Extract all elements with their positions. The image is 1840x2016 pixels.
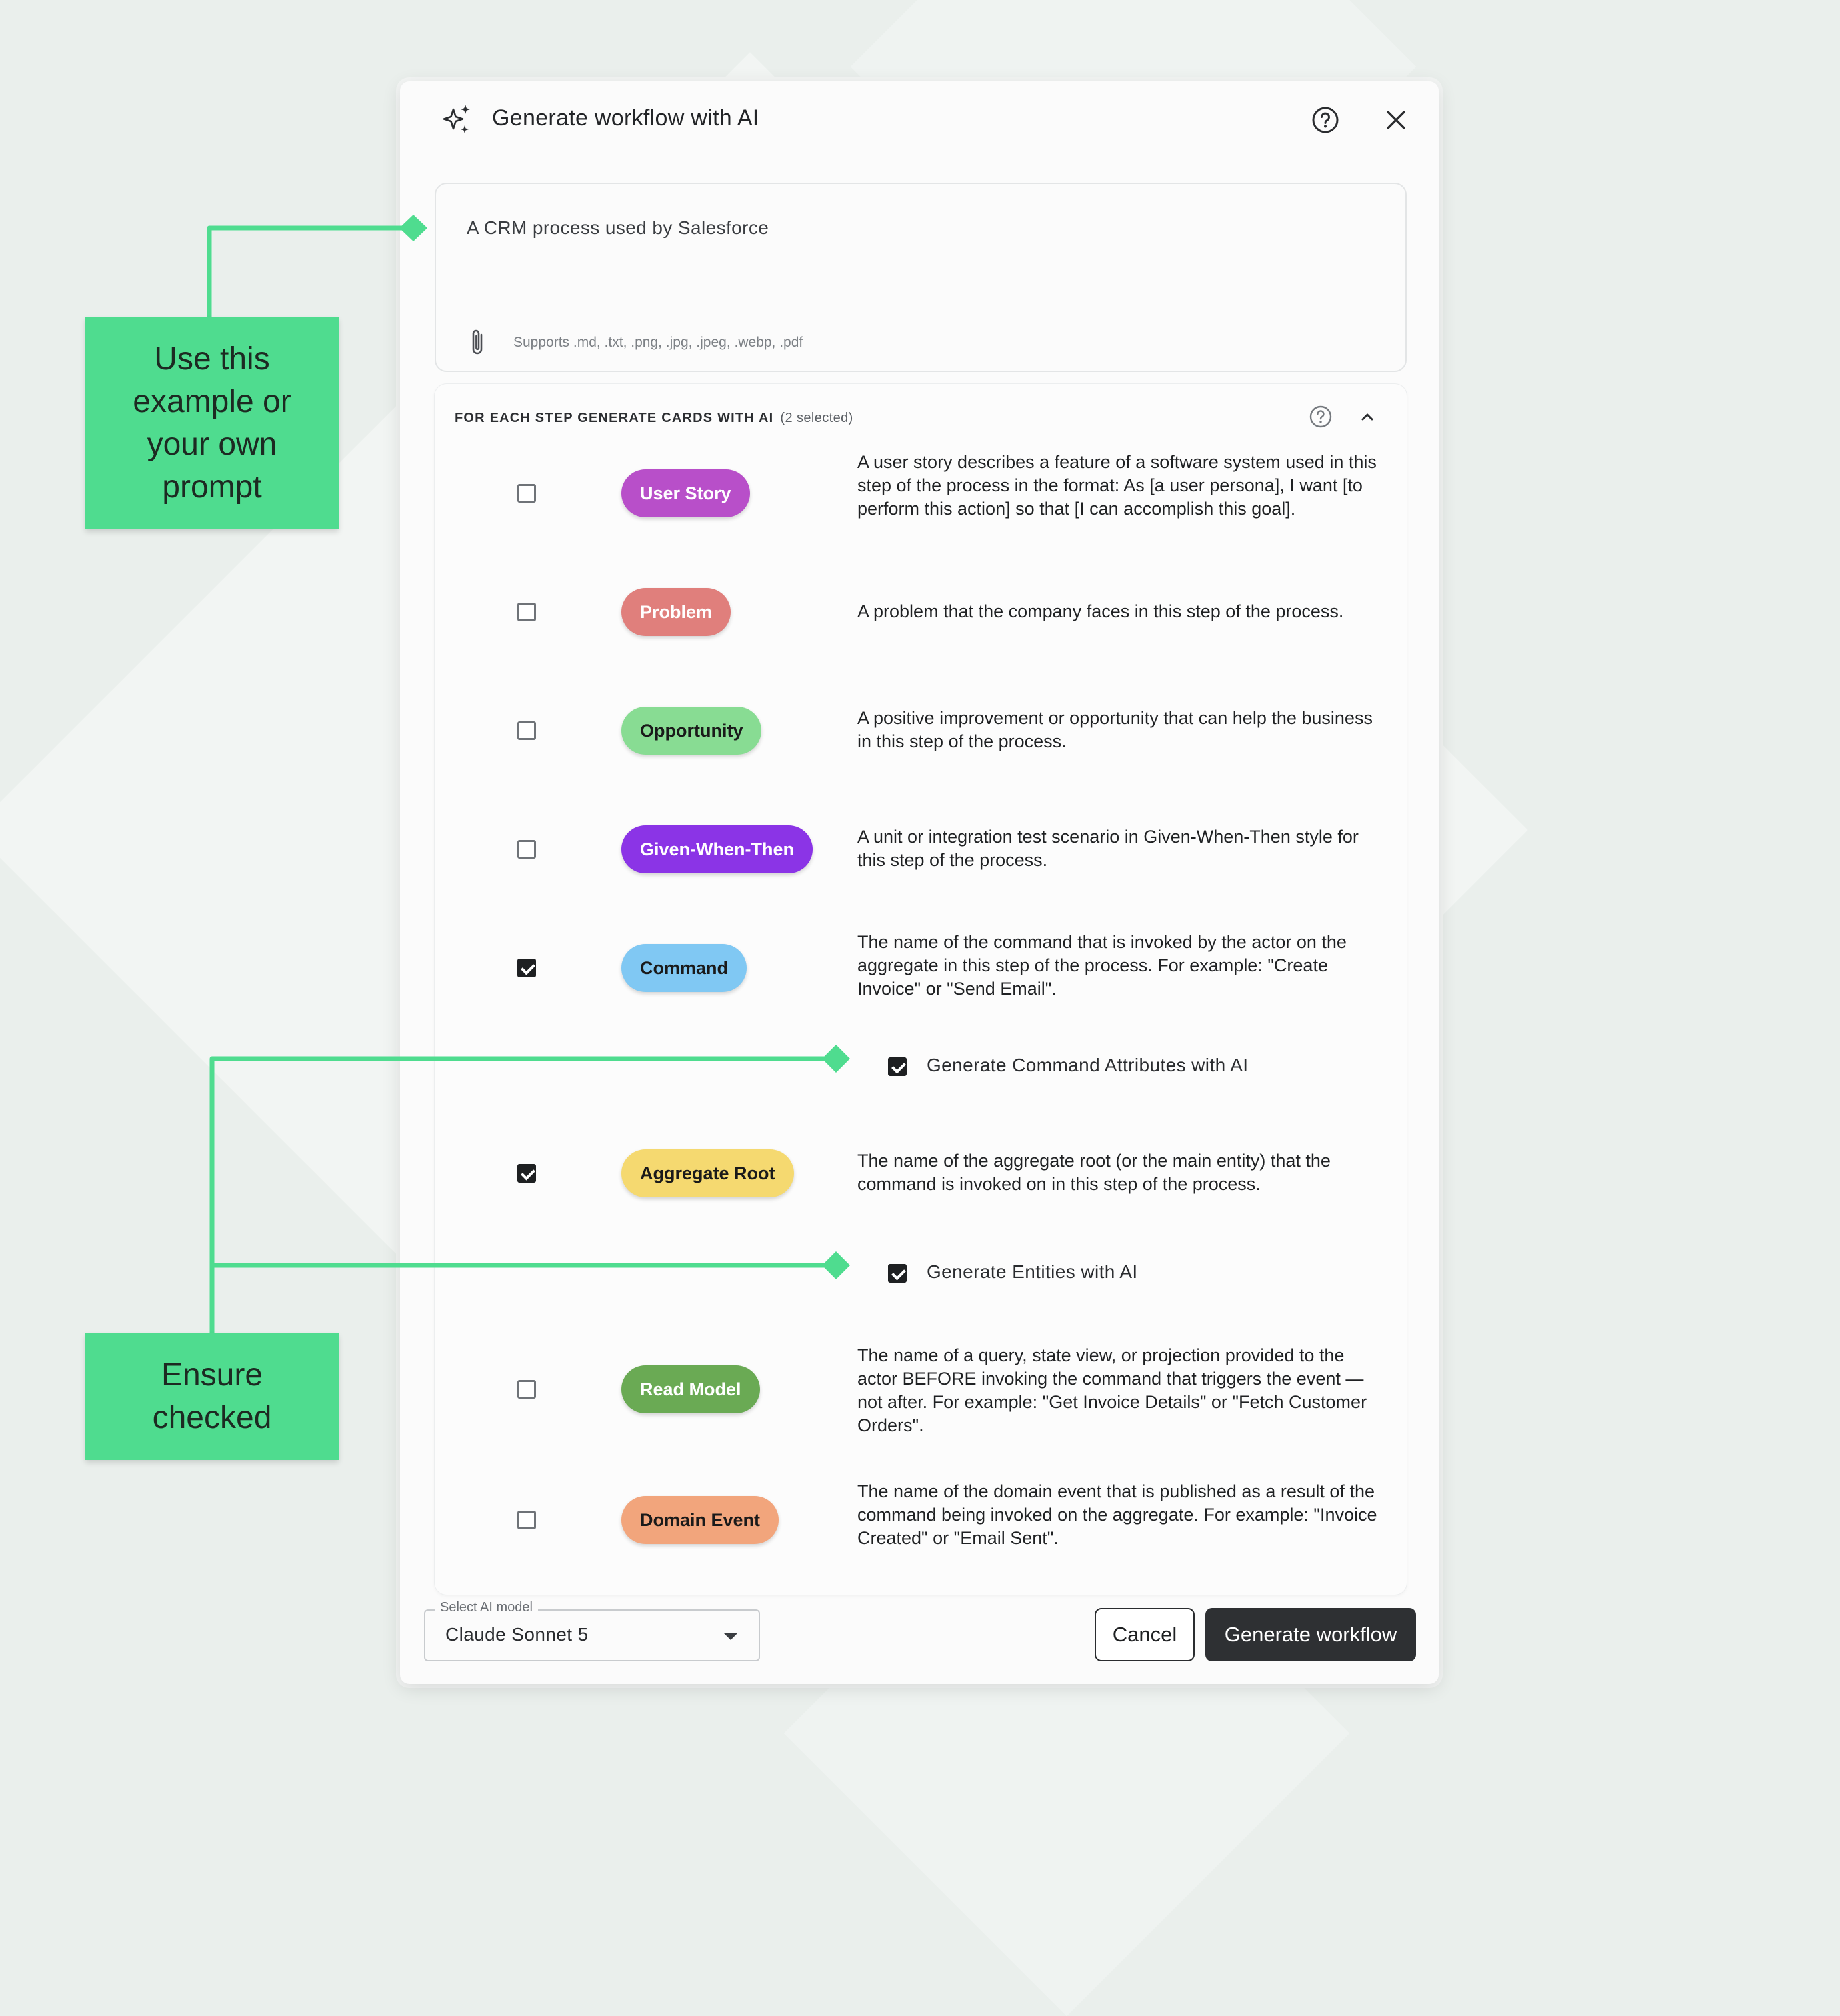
card-checkbox[interactable] — [517, 1511, 536, 1529]
callout-line: Ensure — [161, 1357, 263, 1393]
callout-line: example or — [133, 384, 291, 419]
ai-model-legend: Select AI model — [435, 1600, 538, 1615]
chevron-up-icon[interactable] — [1357, 407, 1377, 427]
callout-line: your own — [147, 427, 277, 462]
help-circle-icon[interactable] — [1311, 105, 1340, 135]
prompt-callout: Use this example or your own prompt — [85, 317, 339, 529]
sub-option-checkbox[interactable] — [888, 1057, 907, 1076]
callout-line: checked — [152, 1400, 272, 1435]
card-checkbox[interactable] — [517, 1380, 536, 1399]
selected-count: (2 selected) — [780, 411, 853, 425]
ai-model-select[interactable]: Select AI model Claude Sonnet 5 — [424, 1600, 760, 1661]
checked-callout-text: Ensure checked — [153, 1354, 272, 1439]
card-description: The name of a query, state view, or proj… — [857, 1345, 1367, 1435]
card-description: A user story describes a feature of a so… — [857, 452, 1377, 519]
close-icon[interactable] — [1383, 107, 1409, 133]
sparkles-icon — [443, 105, 470, 133]
sub-option-label: Generate Entities with AI — [927, 1261, 1138, 1282]
sub-option-label: Generate Command Attributes with AI — [927, 1055, 1249, 1075]
checked-callout: Ensure checked — [85, 1333, 339, 1460]
sub-option-checkbox[interactable] — [888, 1264, 907, 1283]
card-description: The name of the domain event that is pub… — [857, 1481, 1377, 1548]
card-pill: Read Model — [621, 1365, 760, 1413]
card-checkbox[interactable] — [517, 484, 536, 503]
callout-line: Use this — [154, 341, 270, 377]
card-checkbox[interactable] — [517, 603, 536, 621]
card-checkbox[interactable] — [517, 959, 536, 977]
card-description: A positive improvement or opportunity th… — [857, 708, 1373, 751]
card-pill: Opportunity — [621, 707, 762, 755]
cancel-button[interactable]: Cancel — [1095, 1608, 1195, 1661]
card-pill: Command — [621, 944, 747, 992]
supported-formats-text: Supports .md, .txt, .png, .jpg, .jpeg, .… — [513, 335, 803, 350]
card-description: The name of the aggregate root (or the m… — [857, 1151, 1331, 1194]
prompt-text[interactable]: A CRM process used by Salesforce — [467, 217, 769, 239]
card-pill: Problem — [621, 588, 731, 636]
paperclip-icon[interactable] — [465, 327, 489, 359]
ai-model-value[interactable]: Claude Sonnet 5 — [445, 1624, 589, 1645]
card-checkbox[interactable] — [517, 1164, 536, 1183]
card-pill: Given-When-Then — [621, 825, 813, 873]
card-pill: Domain Event — [621, 1496, 779, 1544]
card-description: A unit or integration test scenario in G… — [857, 827, 1359, 870]
card-checkbox[interactable] — [517, 840, 536, 859]
cards-section-title-text: FOR EACH STEP GENERATE CARDS WITH AI — [455, 411, 774, 425]
card-description: The name of the command that is invoked … — [857, 932, 1347, 999]
card-checkbox[interactable] — [517, 721, 536, 740]
cards-section-title: FOR EACH STEP GENERATE CARDS WITH AI (2 s… — [455, 411, 853, 426]
generate-workflow-button[interactable]: Generate workflow — [1205, 1608, 1416, 1661]
dialog-title: Generate workflow with AI — [492, 105, 759, 131]
generate-workflow-dialog: Generate workflow with AI A CRM process … — [400, 81, 1439, 1684]
card-pill: User Story — [621, 469, 750, 517]
callout-line: prompt — [162, 469, 262, 505]
prompt-input[interactable]: A CRM process used by Salesforce Support… — [435, 183, 1407, 372]
card-description: A problem that the company faces in this… — [857, 601, 1344, 621]
cards-section: FOR EACH STEP GENERATE CARDS WITH AI (2 s… — [435, 384, 1407, 1595]
prompt-callout-text: Use this example or your own prompt — [133, 338, 291, 509]
card-pill: Aggregate Root — [621, 1149, 794, 1197]
caret-down-icon[interactable] — [724, 1633, 737, 1640]
help-circle-icon[interactable] — [1308, 404, 1333, 429]
